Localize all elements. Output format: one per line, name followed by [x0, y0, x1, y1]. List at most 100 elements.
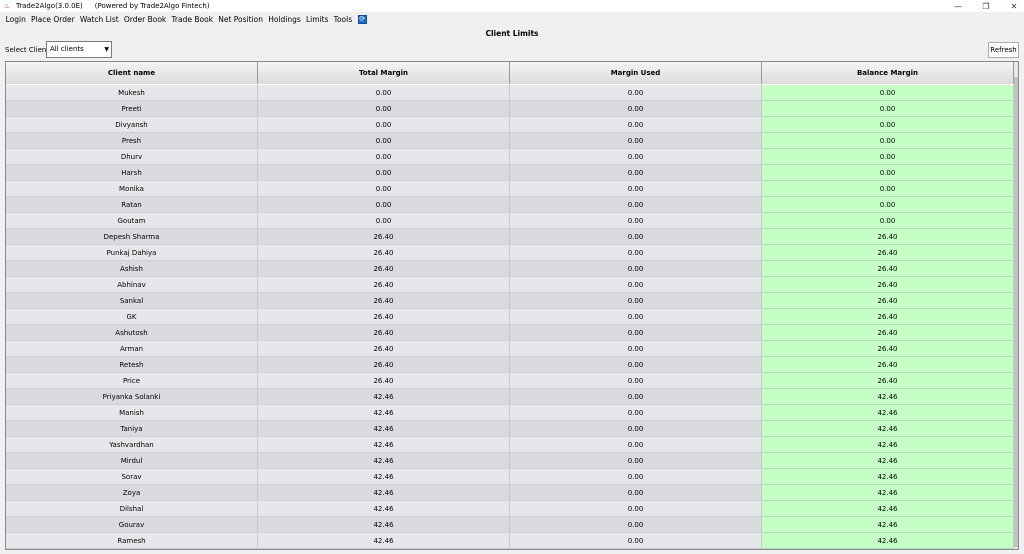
cell-total-margin: 26.40: [258, 277, 510, 293]
table-row[interactable]: Depesh Sharma 26.40 0.00 26.40: [6, 229, 1014, 245]
cell-balance-margin: 26.40: [762, 293, 1014, 309]
table-row[interactable]: Mirdul 42.46 0.00 42.46: [6, 453, 1014, 469]
cell-balance-margin: 42.46: [762, 533, 1014, 549]
table-row[interactable]: Punkaj Dahiya 26.40 0.00 26.40: [6, 245, 1014, 261]
table-row[interactable]: GK 26.40 0.00 26.40: [6, 309, 1014, 325]
cell-total-margin: 26.40: [258, 325, 510, 341]
table-row[interactable]: Dhurv 0.00 0.00 0.00: [6, 149, 1014, 165]
cell-client-name: Ashutosh: [6, 325, 258, 341]
cell-client-name: Preeti: [6, 101, 258, 117]
column-header-client-name[interactable]: Client name: [6, 62, 258, 84]
menu-holdings[interactable]: Holdings: [266, 15, 304, 24]
cell-balance-margin: 26.40: [762, 261, 1014, 277]
minimize-button[interactable]: —: [944, 0, 972, 12]
cell-balance-margin: 0.00: [762, 181, 1014, 197]
menu-login[interactable]: Login: [3, 15, 28, 24]
cell-total-margin: 26.40: [258, 357, 510, 373]
cell-margin-used: 0.00: [510, 165, 762, 181]
table-row[interactable]: Zoya 42.46 0.00 42.46: [6, 485, 1014, 501]
cell-client-name: Monika: [6, 181, 258, 197]
table-row[interactable]: Manish 42.46 0.00 42.46: [6, 405, 1014, 421]
cell-total-margin: 0.00: [258, 213, 510, 229]
table-row[interactable]: Mukesh 0.00 0.00 0.00: [6, 85, 1014, 101]
close-button[interactable]: ✕: [1000, 0, 1024, 12]
cell-client-name: Goutam: [6, 213, 258, 229]
client-select-value: All clients: [50, 45, 84, 53]
cell-margin-used: 0.00: [510, 149, 762, 165]
window-title: Trade2Algo(3.0.0E): [16, 2, 83, 10]
cell-client-name: Ashish: [6, 261, 258, 277]
menu-order-book[interactable]: Order Book: [121, 15, 169, 24]
menu-watch-list[interactable]: Watch List: [77, 15, 121, 24]
cell-client-name: Taniya: [6, 421, 258, 437]
cell-total-margin: 42.46: [258, 469, 510, 485]
table-row[interactable]: Retesh 26.40 0.00 26.40: [6, 357, 1014, 373]
cell-balance-margin: 0.00: [762, 149, 1014, 165]
cell-balance-margin: 0.00: [762, 197, 1014, 213]
cell-margin-used: 0.00: [510, 293, 762, 309]
cell-total-margin: 0.00: [258, 197, 510, 213]
cell-balance-margin: 42.46: [762, 485, 1014, 501]
table-row[interactable]: Monika 0.00 0.00 0.00: [6, 181, 1014, 197]
cell-margin-used: 0.00: [510, 117, 762, 133]
table-row[interactable]: Sankal 26.40 0.00 26.40: [6, 293, 1014, 309]
table-row[interactable]: Gourav 42.46 0.00 42.46: [6, 517, 1014, 533]
cell-margin-used: 0.00: [510, 101, 762, 117]
cell-balance-margin: 0.00: [762, 133, 1014, 149]
table-row[interactable]: Presh 0.00 0.00 0.00: [6, 133, 1014, 149]
table-row[interactable]: Priyanka Solanki 42.46 0.00 42.46: [6, 389, 1014, 405]
vertical-scrollbar[interactable]: [1014, 62, 1018, 549]
table-row[interactable]: Ashutosh 26.40 0.00 26.40: [6, 325, 1014, 341]
refresh-button[interactable]: Refresh: [988, 42, 1019, 58]
cell-total-margin: 42.46: [258, 517, 510, 533]
cell-margin-used: 0.00: [510, 261, 762, 277]
cell-client-name: Priyanka Solanki: [6, 389, 258, 405]
table-body: Mukesh 0.00 0.00 0.00 Preeti 0.00 0.00 0.00 Divy…: [6, 85, 1014, 549]
cell-balance-margin: 42.46: [762, 469, 1014, 485]
refresh-icon[interactable]: ⟳: [357, 14, 367, 24]
cell-total-margin: 42.46: [258, 485, 510, 501]
menu-net-position[interactable]: Net Position: [216, 15, 266, 24]
table-row[interactable]: Taniya 42.46 0.00 42.46: [6, 421, 1014, 437]
table-row[interactable]: Ramesh 42.46 0.00 42.46: [6, 533, 1014, 549]
scrollbar-thumb[interactable]: [1014, 77, 1018, 547]
table-row[interactable]: Harsh 0.00 0.00 0.00: [6, 165, 1014, 181]
table-row[interactable]: Divyansh 0.00 0.00 0.00: [6, 117, 1014, 133]
table-row[interactable]: Sorav 42.46 0.00 42.46: [6, 469, 1014, 485]
menu-tools[interactable]: Tools: [331, 15, 355, 24]
cell-client-name: Yashvardhan: [6, 437, 258, 453]
cell-balance-margin: 0.00: [762, 165, 1014, 181]
column-header-balance-margin[interactable]: Balance Margin: [762, 62, 1014, 84]
client-select[interactable]: All clients ▼: [46, 41, 112, 58]
table-row[interactable]: Ashish 26.40 0.00 26.40: [6, 261, 1014, 277]
cell-total-margin: 42.46: [258, 421, 510, 437]
cell-balance-margin: 42.46: [762, 517, 1014, 533]
table-row[interactable]: Abhinav 26.40 0.00 26.40: [6, 277, 1014, 293]
table-row[interactable]: Yashvardhan 42.46 0.00 42.46: [6, 437, 1014, 453]
cell-total-margin: 26.40: [258, 341, 510, 357]
cell-total-margin: 0.00: [258, 101, 510, 117]
cell-client-name: Dhurv: [6, 149, 258, 165]
restore-button[interactable]: ❐: [972, 0, 1000, 12]
cell-total-margin: 26.40: [258, 245, 510, 261]
menu-place-order[interactable]: Place Order: [28, 15, 77, 24]
window-subtitle: (Powered by Trade2Algo Fintech): [94, 2, 210, 10]
table-row[interactable]: Arman 26.40 0.00 26.40: [6, 341, 1014, 357]
column-header-total-margin[interactable]: Total Margin: [258, 62, 510, 84]
cell-balance-margin: 26.40: [762, 357, 1014, 373]
column-header-margin-used[interactable]: Margin Used: [510, 62, 762, 84]
table-row[interactable]: Dilshal 42.46 0.00 42.46: [6, 501, 1014, 517]
table-row[interactable]: Price 26.40 0.00 26.40: [6, 373, 1014, 389]
table-row[interactable]: Goutam 0.00 0.00 0.00: [6, 213, 1014, 229]
menu-trade-book[interactable]: Trade Book: [169, 15, 216, 24]
cell-client-name: Price: [6, 373, 258, 389]
cell-total-margin: 42.46: [258, 501, 510, 517]
table-row[interactable]: Ratan 0.00 0.00 0.00: [6, 197, 1014, 213]
menu-limits[interactable]: Limits: [303, 15, 331, 24]
cell-balance-margin: 42.46: [762, 421, 1014, 437]
table-row[interactable]: Preeti 0.00 0.00 0.00: [6, 101, 1014, 117]
cell-client-name: Zoya: [6, 485, 258, 501]
cell-client-name: Sorav: [6, 469, 258, 485]
cell-client-name: Sankal: [6, 293, 258, 309]
cell-margin-used: 0.00: [510, 533, 762, 549]
